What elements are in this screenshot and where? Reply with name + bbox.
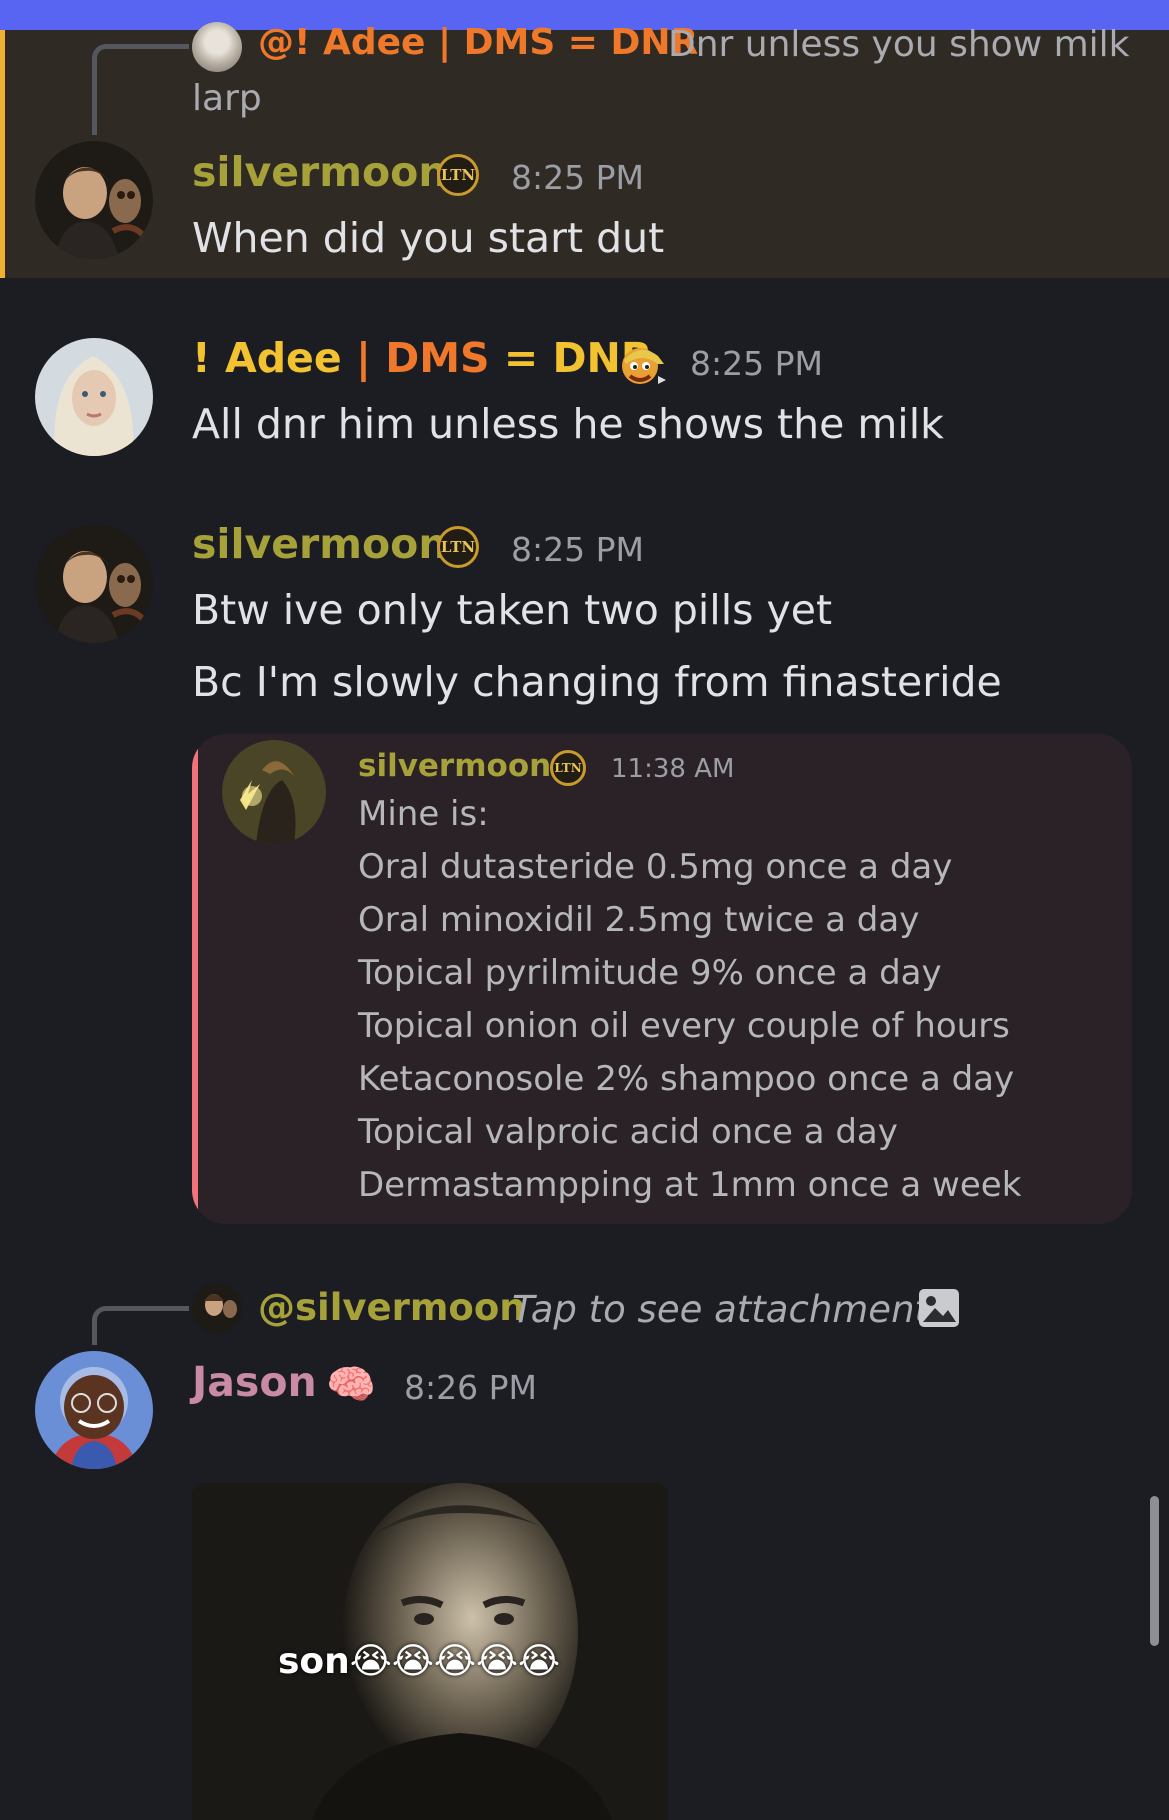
ltn-badge[interactable]: LTN bbox=[437, 154, 479, 196]
quote-accent-bar bbox=[192, 734, 198, 1224]
quoted-line: Dermastampping at 1mm once a week bbox=[358, 1165, 1022, 1205]
reply-avatar-adee[interactable] bbox=[192, 22, 242, 72]
avatar-silvermoon[interactable] bbox=[35, 141, 153, 259]
author-name[interactable]: silvermoon bbox=[192, 520, 448, 568]
author-name[interactable]: Jason bbox=[192, 1358, 317, 1406]
message-text: All dnr him unless he shows the milk bbox=[192, 400, 944, 448]
author-name-sep: | bbox=[355, 334, 371, 382]
scrollbar-thumb[interactable] bbox=[1150, 1496, 1159, 1646]
quoted-avatar[interactable] bbox=[222, 740, 326, 844]
brain-icon[interactable]: 🧠 bbox=[326, 1360, 376, 1410]
quoted-line: Ketaconosole 2% shampoo once a day bbox=[358, 1059, 1015, 1099]
ltn-badge[interactable]: LTN bbox=[550, 750, 586, 786]
quoted-line: Mine is: bbox=[358, 794, 489, 834]
message-text: Btw ive only taken two pills yet bbox=[192, 586, 833, 634]
quoted-timestamp: 11:38 AM bbox=[611, 754, 735, 784]
quoted-message-card[interactable]: silvermoon LTN 11:38 AM Mine is: Oral du… bbox=[192, 734, 1132, 1224]
message-text: Bc I'm slowly changing from finasteride bbox=[192, 658, 1002, 706]
author-name[interactable]: silvermoon bbox=[192, 148, 448, 196]
avatar-jason[interactable] bbox=[35, 1351, 153, 1469]
reply-preview-text[interactable]: Dnr unless you show milk bbox=[668, 24, 1130, 65]
reply-avatar-silvermoon[interactable] bbox=[192, 1283, 242, 1333]
avatar-adee[interactable] bbox=[35, 338, 153, 456]
image-attachment[interactable]: son😭😭😭😭😭 bbox=[192, 1483, 668, 1820]
quoted-line: Topical pyrilmitude 9% once a day bbox=[358, 953, 942, 993]
reply-connector bbox=[92, 44, 189, 135]
quoted-line: Oral minoxidil 2.5mg twice a day bbox=[358, 900, 920, 940]
cartoon-face-icon[interactable] bbox=[618, 340, 668, 390]
mention-highlight-bar bbox=[0, 30, 5, 278]
timestamp: 8:25 PM bbox=[511, 158, 644, 197]
reply-preview-text-cont[interactable]: larp bbox=[192, 78, 262, 119]
reply-mention[interactable]: @! Adee | DMS = DNR bbox=[258, 22, 698, 63]
ltn-badge[interactable]: LTN bbox=[437, 526, 479, 568]
reply-connector bbox=[92, 1306, 189, 1345]
message-text: When did you start dut bbox=[192, 214, 665, 262]
author-name-part: ! Adee bbox=[192, 334, 342, 382]
quoted-line: Topical onion oil every couple of hours bbox=[358, 1006, 1010, 1046]
author-name-adee[interactable]: ! Adee | DMS = DNR bbox=[192, 334, 652, 382]
attachment-caption: son😭😭😭😭😭 bbox=[278, 1641, 561, 1682]
avatar-silvermoon[interactable] bbox=[35, 525, 153, 643]
author-name-part: DMS bbox=[385, 334, 490, 382]
quoted-line: Oral dutasteride 0.5mg once a day bbox=[358, 847, 953, 887]
reply-preview-text[interactable]: Tap to see attachment bbox=[512, 1288, 929, 1331]
author-name-eq: = bbox=[503, 334, 539, 382]
quoted-author[interactable]: silvermoon bbox=[358, 748, 551, 784]
quoted-line: Topical valproic acid once a day bbox=[358, 1112, 898, 1152]
timestamp: 8:25 PM bbox=[690, 344, 823, 383]
timestamp: 8:25 PM bbox=[511, 530, 644, 569]
image-attachment-icon bbox=[918, 1288, 960, 1328]
timestamp: 8:26 PM bbox=[404, 1368, 537, 1407]
reply-mention[interactable]: @silvermoon bbox=[258, 1286, 526, 1329]
